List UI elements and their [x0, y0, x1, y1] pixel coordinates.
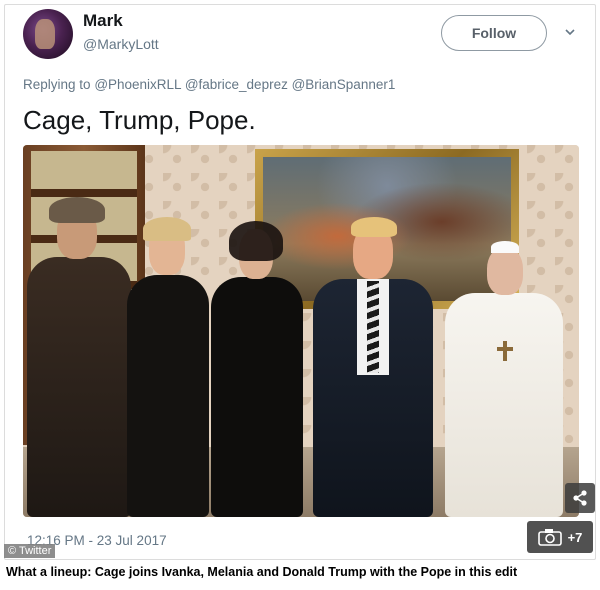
user-handle[interactable]: @MarkyLott: [83, 36, 159, 52]
source-badge: © Twitter: [4, 544, 56, 558]
reply-line: Replying to @PhoenixRLL @fabrice_deprez …: [23, 77, 395, 92]
photo-count-button[interactable]: +7: [527, 521, 593, 553]
share-icon: [573, 490, 587, 506]
photo-count-label: +7: [567, 529, 583, 545]
tweet-text: Cage, Trump, Pope.: [23, 105, 256, 135]
tweet-photo[interactable]: [23, 145, 579, 517]
avatar[interactable]: [23, 9, 73, 59]
display-name[interactable]: Mark: [83, 11, 123, 31]
reply-mentions[interactable]: @PhoenixRLL @fabrice_deprez @BrianSpanne…: [94, 77, 395, 92]
figure-5: [441, 241, 567, 517]
share-button[interactable]: [565, 483, 595, 513]
camera-icon: [537, 529, 562, 546]
image-caption: What a lineup: Cage joins Ivanka, Melani…: [6, 565, 518, 579]
tweet-card: Mark @MarkyLott Follow Replying to @Phoe…: [4, 4, 596, 560]
figure-3: [209, 221, 305, 517]
follow-button[interactable]: Follow: [441, 15, 547, 51]
chevron-down-icon[interactable]: [565, 27, 575, 37]
figure-4: [313, 215, 433, 517]
reply-prefix: Replying to: [23, 77, 91, 92]
figure-2: [123, 217, 213, 517]
figure-1: [27, 197, 131, 517]
